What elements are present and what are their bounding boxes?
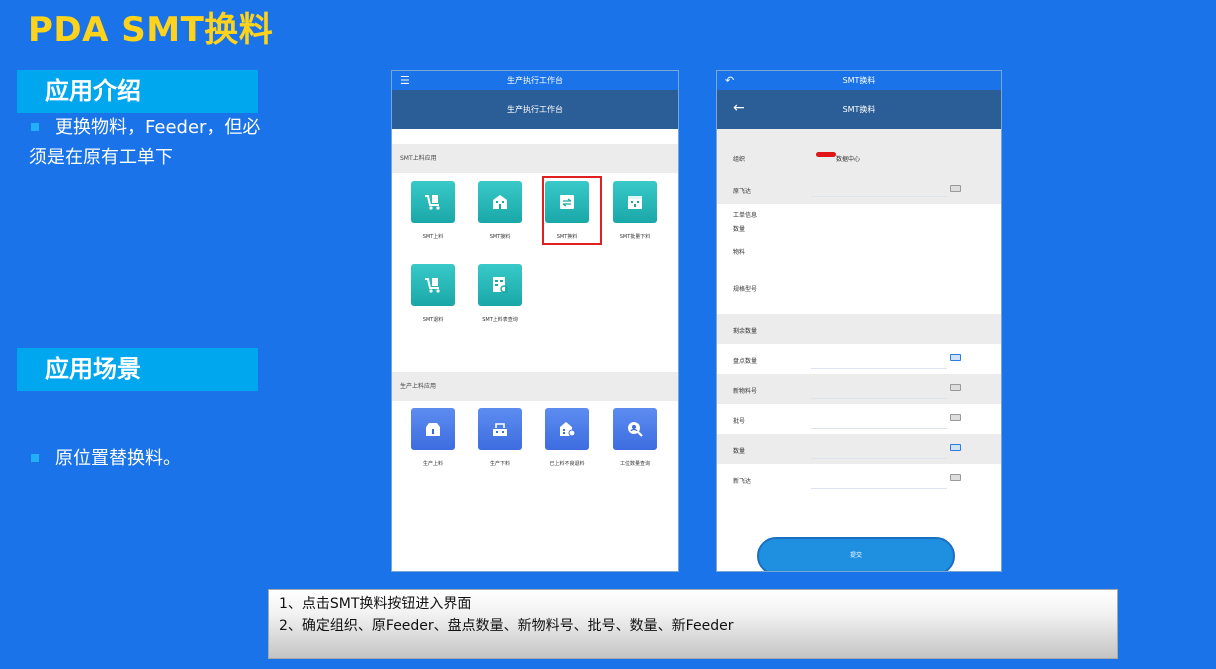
- status-bar: ↶ SMT换料: [717, 71, 1001, 90]
- search-doc-icon: [478, 264, 522, 306]
- keyboard-icon[interactable]: [950, 185, 961, 192]
- tile-label: 已上料不良退料: [549, 461, 585, 467]
- org-value: 数据中心: [836, 156, 861, 163]
- spec-label: 规格型号: [733, 286, 758, 293]
- count-input[interactable]: [811, 368, 947, 369]
- bullet-icon: [31, 453, 39, 462]
- tile-label: 生产下料: [489, 461, 510, 467]
- remaining-row: 剩余数量: [717, 314, 1001, 344]
- tile-label: SMT退料: [422, 317, 444, 323]
- tile-label: 生产上料: [422, 461, 443, 467]
- smt-change-screen: ↶ SMT换料 ← SMT换料 组织 数据中心 原飞达 工单信息 数量 物料 规…: [716, 70, 1002, 572]
- highlight-box: [542, 176, 602, 245]
- batch-row[interactable]: 批号: [717, 404, 1001, 434]
- tile-smt-return[interactable]: SMT退料: [411, 264, 455, 323]
- tile-station-query[interactable]: 工位数量查询: [613, 408, 657, 467]
- intro-bullet: 更换物料，Feeder，但必须是在原有工单下: [29, 113, 269, 173]
- section-smt-label: SMT上料应用: [392, 144, 678, 173]
- batch-label: 批号: [733, 418, 746, 425]
- cart-icon: [411, 264, 455, 306]
- tile-smt-table-query[interactable]: SMT上料表查询: [478, 264, 522, 323]
- org-label: 组织: [733, 156, 746, 163]
- menu-icon[interactable]: ☰: [400, 71, 410, 90]
- calendar-icon: [613, 181, 657, 223]
- count-row[interactable]: 盘点数量: [717, 344, 1001, 374]
- app-header: 生产执行工作台: [392, 90, 678, 129]
- material-label: 物料: [733, 249, 746, 256]
- submit-button[interactable]: 提交: [757, 537, 955, 571]
- scene-bullet: 原位置替换料。: [29, 444, 269, 474]
- qty-row[interactable]: 数量: [717, 434, 1001, 464]
- old-feeder-label: 原飞达: [733, 188, 752, 195]
- caption-line-2: 2、确定组织、原Feeder、盘点数量、新物料号、批号、数量、新Feeder: [279, 618, 734, 634]
- keyboard-icon[interactable]: [950, 414, 961, 421]
- work-order-label: 工单信息: [733, 212, 758, 219]
- old-feeder-input[interactable]: [811, 196, 947, 197]
- status-bar: ☰ 生产执行工作台: [392, 71, 678, 90]
- section-production-label: 生产上料应用: [392, 372, 678, 401]
- new-feeder-row[interactable]: 新飞达: [717, 464, 1001, 494]
- building-icon: [478, 181, 522, 223]
- tile-smt-batch-unload[interactable]: SMT批量下料: [613, 181, 657, 240]
- batch-input[interactable]: [811, 428, 947, 429]
- old-feeder-row[interactable]: 原飞达: [717, 174, 1001, 204]
- count-label: 盘点数量: [733, 358, 758, 365]
- box-icon: [411, 408, 455, 450]
- smt-tile-grid: SMT上料 SMT接料 SMT换料 SMT批量下料 SMT退料 SMT上料表查询: [392, 173, 678, 342]
- status-title: 生产执行工作台: [507, 76, 563, 85]
- work-order-info: 工单信息 数量 物料 规格型号: [717, 204, 1001, 314]
- quantity-label: 数量: [733, 226, 746, 233]
- back-arrow-icon[interactable]: ←: [733, 90, 745, 127]
- new-feeder-input[interactable]: [811, 488, 947, 489]
- tray-icon: [478, 408, 522, 450]
- status-title: SMT换料: [842, 76, 876, 85]
- tile-smt-load[interactable]: SMT上料: [411, 181, 455, 240]
- instruction-caption: 1、点击SMT换料按钮进入界面 2、确定组织、原Feeder、盘点数量、新物料号…: [268, 589, 1118, 659]
- tile-defect-return[interactable]: 已上料不良退料: [545, 408, 589, 467]
- tile-smt-splice[interactable]: SMT接料: [478, 181, 522, 240]
- remaining-label: 剩余数量: [733, 328, 758, 335]
- keyboard-icon[interactable]: [950, 384, 961, 391]
- new-feeder-label: 新飞达: [733, 478, 752, 485]
- tile-label: SMT上料表查询: [482, 317, 518, 323]
- keyboard-icon[interactable]: [950, 474, 961, 481]
- tile-label: SMT批量下料: [619, 234, 651, 240]
- app-header: ← SMT换料: [717, 90, 1001, 129]
- new-material-row[interactable]: 新物料号: [717, 374, 1001, 404]
- scene-header: 应用场景: [17, 348, 258, 391]
- intro-header: 应用介绍: [17, 70, 258, 113]
- bullet-icon: [31, 122, 39, 131]
- caption-line-1: 1、点击SMT换料按钮进入界面: [279, 596, 472, 612]
- new-material-label: 新物料号: [733, 388, 758, 395]
- production-tile-grid: 生产上料 生产下料 已上料不良退料 工位数量查询: [392, 401, 678, 501]
- workbench-screen: ☰ 生产执行工作台 生产执行工作台 SMT上料应用 SMT上料 SMT接料 SM…: [391, 70, 679, 572]
- slide-title: PDA SMT换料: [28, 10, 274, 50]
- intro-text: 更换物料，Feeder，但必须是在原有工单下: [29, 117, 261, 168]
- tile-label: 工位数量查询: [619, 461, 650, 467]
- qty-input[interactable]: [811, 458, 947, 459]
- tile-label: SMT上料: [422, 234, 444, 240]
- keyboard-icon[interactable]: [950, 354, 961, 361]
- header-title: 生产执行工作台: [507, 105, 563, 114]
- qty-label: 数量: [733, 448, 746, 455]
- cart-icon: [411, 181, 455, 223]
- scene-text: 原位置替换料。: [55, 448, 181, 469]
- redaction-mark: [816, 152, 836, 157]
- magnifier-icon: [613, 408, 657, 450]
- undo-icon[interactable]: ↶: [725, 71, 734, 90]
- tile-label: SMT接料: [489, 234, 511, 240]
- header-title: SMT换料: [842, 105, 876, 114]
- tile-production-load[interactable]: 生产上料: [411, 408, 455, 467]
- return-icon: [545, 408, 589, 450]
- keyboard-icon[interactable]: [950, 444, 961, 451]
- new-material-input[interactable]: [811, 398, 947, 399]
- tile-production-unload[interactable]: 生产下料: [478, 408, 522, 467]
